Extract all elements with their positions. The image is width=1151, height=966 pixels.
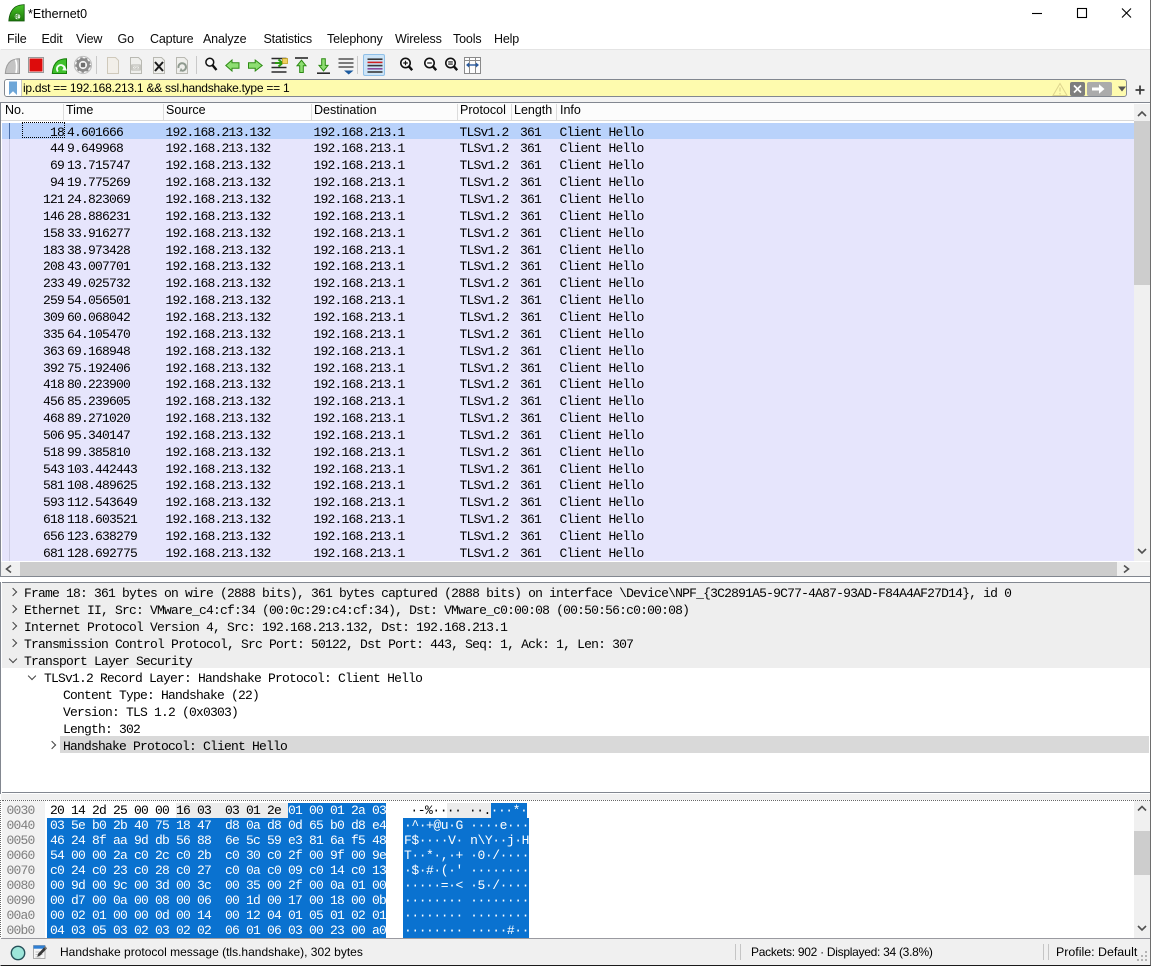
svg-text:010: 010 <box>132 65 140 70</box>
